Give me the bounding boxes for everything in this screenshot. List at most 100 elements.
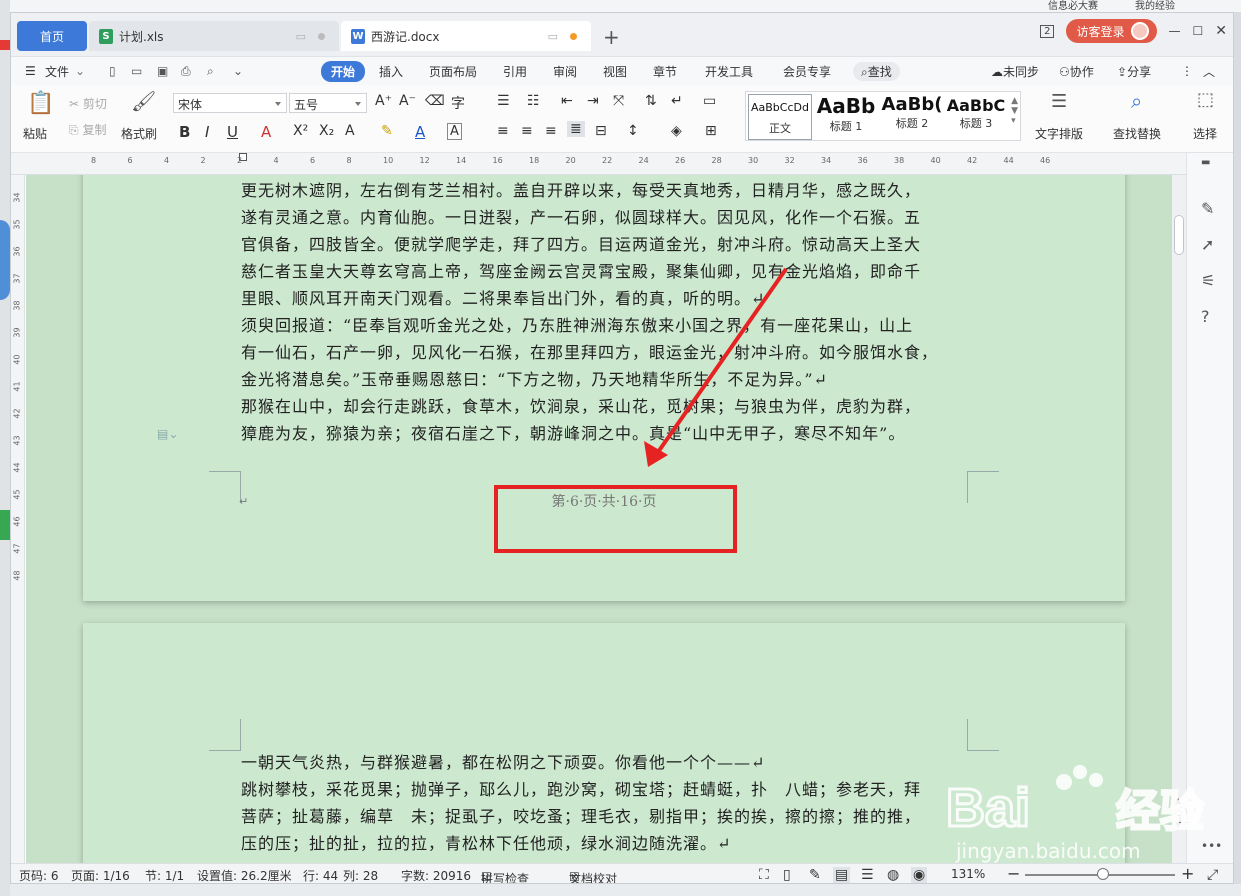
align-center-icon[interactable]: ≡ bbox=[521, 123, 533, 139]
hamburger-icon[interactable]: ☰ bbox=[25, 64, 36, 78]
text-layout-icon[interactable]: ☰ bbox=[1051, 91, 1067, 112]
subscript-icon[interactable]: X₂ bbox=[319, 123, 334, 139]
status-words[interactable]: 字数: 20916 bbox=[401, 867, 471, 883]
multi-window-badge[interactable]: 2 bbox=[1040, 24, 1055, 38]
fullscreen-icon[interactable]: ⛶ bbox=[759, 867, 769, 883]
line-spacing-icon[interactable]: ↕ bbox=[627, 123, 639, 139]
maximize-icon[interactable]: ☐ bbox=[1193, 24, 1204, 38]
sort-icon[interactable]: ⇅ bbox=[645, 93, 657, 109]
table-line-icon[interactable]: ▭ bbox=[703, 93, 716, 109]
tab-status-dot[interactable] bbox=[318, 32, 325, 40]
unsaved-dot[interactable] bbox=[570, 32, 577, 40]
tab-plan-xls[interactable]: S 计划.xls ▭ bbox=[89, 21, 339, 51]
open-folder-icon[interactable]: ▭ bbox=[131, 64, 142, 78]
close-icon[interactable]: ✕ bbox=[1215, 23, 1227, 39]
font-size-select[interactable]: 五号 bbox=[289, 93, 367, 113]
tab-xiyouji-docx[interactable]: W 西游记.docx ▭ bbox=[341, 21, 591, 51]
menu-tab-chapter[interactable]: 章节 bbox=[653, 63, 677, 80]
status-page[interactable]: 页面: 1/16 bbox=[71, 867, 130, 883]
menu-tab-start[interactable]: 开始 bbox=[321, 60, 366, 82]
gallery-scroll-icon[interactable]: ▲ ▼ ▾ bbox=[1011, 96, 1018, 126]
cursor-icon[interactable]: ➚ bbox=[1201, 235, 1214, 254]
edit-pen-icon[interactable]: ✎ bbox=[1201, 199, 1214, 218]
help-icon[interactable]: ? bbox=[1201, 307, 1210, 326]
paste-button[interactable]: 粘贴 bbox=[23, 125, 47, 142]
menu-tab-dev-tools[interactable]: 开发工具 bbox=[705, 63, 753, 80]
scrollbar-thumb[interactable] bbox=[1174, 215, 1184, 255]
style-heading-1[interactable]: AaBb 标题 1 bbox=[814, 94, 878, 140]
paste-icon[interactable]: 📋 bbox=[27, 91, 54, 116]
decrease-indent-icon[interactable]: ⇤ bbox=[561, 93, 573, 109]
share-button[interactable]: ⇪分享 bbox=[1117, 63, 1151, 80]
clear-format-icon[interactable]: ⌫ bbox=[425, 93, 445, 109]
strikethrough-icon[interactable]: A bbox=[261, 123, 271, 141]
new-file-icon[interactable]: ▯ bbox=[109, 64, 116, 78]
menu-tab-reference[interactable]: 引用 bbox=[503, 63, 527, 80]
shading-icon[interactable]: ◈ bbox=[671, 123, 682, 139]
tab-home[interactable]: 首页 bbox=[17, 21, 87, 51]
text-layout-button[interactable]: 文字排版 bbox=[1035, 125, 1083, 142]
pin-icon[interactable]: ▭ bbox=[296, 30, 306, 43]
status-col[interactable]: 列: 28 bbox=[343, 867, 378, 883]
align-right-icon[interactable]: ≡ bbox=[545, 123, 557, 139]
style-heading-3[interactable]: AaBbC 标题 3 bbox=[944, 94, 1008, 140]
vertical-ruler[interactable]: 34 35 36 37 38 39 40 41 42 43 44 45 46 47 48 bbox=[11, 175, 25, 863]
align-left-icon[interactable]: ≡ bbox=[497, 123, 509, 139]
style-heading-2[interactable]: AaBb( 标题 2 bbox=[880, 94, 944, 140]
style-normal[interactable]: AaBbCcDd 正文 bbox=[748, 94, 812, 140]
find-replace-button[interactable]: 查找替换 bbox=[1113, 125, 1161, 142]
menu-tab-view[interactable]: 视图 bbox=[603, 63, 627, 80]
justify-icon[interactable]: ≣ bbox=[567, 121, 585, 137]
minimize-icon[interactable]: — bbox=[1169, 24, 1181, 38]
horizontal-ruler[interactable]: 8 6 4 2 2 4 6 8 10 12 14 16 18 20 22 24 26 28 30 32 34 36 38 40… bbox=[11, 153, 1233, 175]
menu-tab-page-layout[interactable]: 页面布局 bbox=[429, 63, 477, 80]
find-icon[interactable]: ⌕ bbox=[1131, 89, 1142, 113]
read-mode-icon[interactable]: ▯ bbox=[783, 867, 791, 883]
underline-icon[interactable]: U bbox=[227, 123, 238, 141]
distributed-icon[interactable]: ⊟ bbox=[595, 123, 607, 139]
chevron-down-icon[interactable]: ⌄ bbox=[75, 64, 85, 78]
grow-font-icon[interactable]: A⁺ bbox=[375, 93, 392, 109]
show-marks-icon[interactable]: ↵ bbox=[671, 93, 683, 109]
menu-search[interactable]: ⌕查找 bbox=[853, 61, 900, 81]
format-painter-icon[interactable]: 🖌 bbox=[131, 89, 156, 113]
italic-icon[interactable]: I bbox=[205, 123, 209, 141]
increase-indent-icon[interactable]: ⇥ bbox=[587, 93, 599, 109]
bold-icon[interactable]: B bbox=[179, 123, 190, 141]
shrink-font-icon[interactable]: A⁻ bbox=[399, 93, 416, 109]
pin-icon[interactable]: ▭ bbox=[548, 30, 558, 43]
menu-file[interactable]: 文件 bbox=[45, 63, 69, 80]
new-tab-button[interactable]: + bbox=[603, 25, 620, 49]
char-border-icon[interactable]: A bbox=[447, 123, 462, 140]
status-setting[interactable]: 设置值: 26.2厘米 bbox=[197, 867, 292, 883]
phonetic-icon[interactable]: 字 bbox=[451, 93, 465, 113]
eye-protect-icon[interactable]: ◉ bbox=[911, 867, 928, 883]
numbered-list-icon[interactable]: ☷ bbox=[527, 93, 540, 109]
print-icon[interactable]: ⎙ bbox=[181, 64, 191, 79]
select-icon[interactable]: ⬚ bbox=[1197, 89, 1214, 110]
status-section[interactable]: 节: 1/1 bbox=[145, 867, 184, 883]
save-icon[interactable]: ▣ bbox=[157, 64, 168, 78]
cut-button[interactable]: ✂ 剪切 bbox=[69, 95, 107, 112]
sync-status[interactable]: ☁未同步 bbox=[991, 63, 1039, 80]
menu-tab-member[interactable]: 会员专享 bbox=[783, 63, 831, 80]
font-color-icon[interactable]: A bbox=[415, 123, 425, 141]
status-row[interactable]: 行: 44 bbox=[303, 867, 338, 883]
select-button[interactable]: 选择 bbox=[1193, 125, 1217, 142]
chinese-layout-icon[interactable]: ⤧ bbox=[613, 93, 624, 109]
panel-toggle-icon[interactable]: ▬ bbox=[1201, 157, 1210, 168]
font-name-select[interactable]: 宋体 bbox=[173, 93, 287, 113]
collab-button[interactable]: ⚇协作 bbox=[1059, 63, 1094, 80]
text-effect-icon[interactable]: A bbox=[345, 123, 355, 139]
status-page-code[interactable]: 页码: 6 bbox=[19, 867, 59, 883]
borders-icon[interactable]: ⊞ bbox=[705, 123, 717, 139]
collapse-ribbon-icon[interactable]: ︿ bbox=[1203, 63, 1215, 80]
write-mode-icon[interactable]: ✎ bbox=[809, 867, 821, 883]
highlight-icon[interactable]: ✎ bbox=[381, 123, 393, 139]
format-painter-button[interactable]: 格式刷 bbox=[121, 125, 157, 142]
guest-login-button[interactable]: 访客登录 bbox=[1066, 19, 1157, 43]
menu-tab-insert[interactable]: 插入 bbox=[379, 63, 403, 80]
page-view-icon[interactable]: ▤ bbox=[833, 867, 851, 883]
web-view-icon[interactable]: ◍ bbox=[887, 867, 899, 883]
adjust-icon[interactable]: ⚟ bbox=[1201, 271, 1215, 290]
